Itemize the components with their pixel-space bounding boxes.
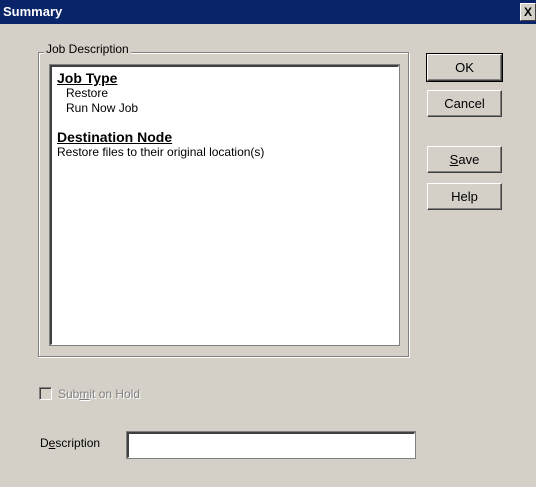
cancel-button[interactable]: Cancel	[427, 90, 502, 117]
title-bar: Summary X	[0, 0, 536, 24]
section-heading-destination-node: Destination Node	[57, 129, 173, 145]
description-input[interactable]	[126, 431, 416, 459]
ok-button[interactable]: OK	[426, 53, 503, 82]
list-item: Restore	[66, 86, 109, 100]
close-button[interactable]: X	[520, 3, 536, 21]
job-description-list[interactable]: Job Type Restore Run Now Job Destination…	[49, 64, 400, 346]
group-legend: Job Description	[44, 42, 131, 56]
description-label: Description	[40, 436, 101, 450]
ok-button-label: OK	[455, 60, 474, 75]
checkbox-box[interactable]	[39, 387, 52, 400]
submit-on-hold-label: Submit on Hold	[58, 387, 141, 401]
save-button[interactable]: Save	[427, 146, 502, 173]
cancel-button-label: Cancel	[444, 96, 485, 111]
list-item: Run Now Job	[66, 101, 139, 115]
help-button[interactable]: Help	[427, 183, 502, 210]
list-item: Restore files to their original location…	[57, 145, 265, 159]
close-icon: X	[523, 5, 532, 19]
section-heading-job-type: Job Type	[57, 70, 118, 86]
save-button-label: ave	[458, 152, 480, 167]
window-title: Summary	[3, 4, 63, 19]
help-button-label: Help	[451, 189, 478, 204]
